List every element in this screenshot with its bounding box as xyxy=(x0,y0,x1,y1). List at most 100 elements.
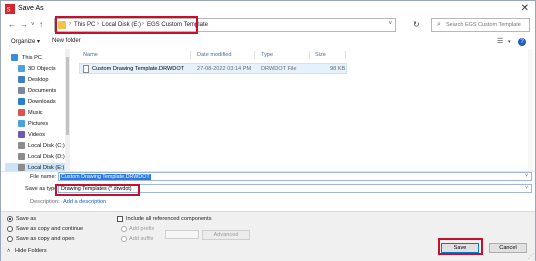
music-icon xyxy=(18,109,25,116)
sidebar-item-label: This PC xyxy=(22,55,42,61)
add-description-link[interactable]: Add a description xyxy=(63,199,106,205)
file-list-pane: Name Date modified Type Size Custom Draw… xyxy=(73,49,533,171)
solidworks-app-icon: S xyxy=(5,4,15,14)
column-header-type[interactable]: Type xyxy=(261,52,273,58)
chevron-down-icon[interactable]: ˅ xyxy=(525,173,528,179)
computer-icon xyxy=(11,54,18,61)
save-as-type-highlight-box xyxy=(55,184,140,196)
pictures-icon xyxy=(18,120,25,127)
sidebar-item-videos[interactable]: Videos xyxy=(5,130,66,140)
documents-icon xyxy=(18,87,25,94)
sidebar-item-label: Pictures xyxy=(28,121,49,127)
include-components-checkbox[interactable] xyxy=(117,216,123,222)
back-arrow-icon[interactable]: ← xyxy=(8,20,16,29)
sidebar-item-this-pc[interactable]: This PC xyxy=(5,53,66,63)
recent-locations-chevron-icon[interactable]: ˅ xyxy=(31,22,35,28)
add-suffix-label: Add suffix xyxy=(129,236,154,242)
cube-icon xyxy=(18,65,25,72)
file-name-cell: Custom Drawing Template.DRWDOT xyxy=(92,66,185,72)
navigation-pane: This PC 3D Objects Desktop Documents Dow… xyxy=(5,49,67,171)
column-header-size[interactable]: Size xyxy=(315,52,326,58)
download-icon xyxy=(18,98,25,105)
file-icon xyxy=(83,65,89,73)
file-name-label: File name: xyxy=(30,174,57,180)
drive-icon xyxy=(18,142,25,149)
sidebar-item-pictures[interactable]: Pictures xyxy=(5,119,66,129)
resize-grip-icon[interactable]: ⋰ xyxy=(528,253,534,260)
file-list-scrollbar[interactable] xyxy=(528,49,533,171)
add-prefix-label: Add prefix xyxy=(129,226,155,232)
view-chevron-down-icon[interactable]: ▾ xyxy=(508,39,511,45)
file-type-cell: DRWDOT File xyxy=(261,66,297,72)
save-as-copy-open-label: Save as copy and open xyxy=(16,236,75,242)
column-divider[interactable] xyxy=(309,51,310,59)
save-as-type-label: Save as type: xyxy=(25,186,59,192)
description-label: Description: xyxy=(30,199,60,205)
address-highlight-box xyxy=(55,16,198,34)
up-arrow-icon[interactable]: ↑ xyxy=(39,20,43,29)
add-prefix-radio[interactable] xyxy=(121,226,127,232)
save-as-copy-continue-radio[interactable] xyxy=(7,226,13,232)
new-folder-button[interactable]: New folder xyxy=(52,38,81,44)
drive-icon xyxy=(18,153,25,160)
column-header-name[interactable]: Name xyxy=(83,52,98,58)
sidebar-item-local-disk-c[interactable]: Local Disk (C:) xyxy=(5,141,66,151)
sidebar-item-local-disk-d[interactable]: Local Disk (D:) xyxy=(5,152,66,162)
sidebar-item-label: Videos xyxy=(28,132,46,138)
search-box[interactable]: ⌕ xyxy=(431,18,530,32)
refresh-icon[interactable]: ↻ xyxy=(413,20,420,29)
drive-icon xyxy=(18,164,25,171)
sidebar-scrollbar-thumb[interactable] xyxy=(66,57,69,135)
file-name-input[interactable]: Custom Drawing Template.DRWDOT ˅ xyxy=(58,172,532,181)
chevron-up-icon[interactable]: ˄ xyxy=(7,248,10,254)
videos-icon xyxy=(18,131,25,138)
organize-menu-button[interactable]: Organize ▾ xyxy=(11,38,40,45)
sidebar-scrollbar[interactable] xyxy=(65,49,70,171)
sidebar-item-music[interactable]: Music xyxy=(5,108,66,118)
sidebar-item-label: Local Disk (D:) xyxy=(28,154,65,160)
title-bar: S Save As ✕ xyxy=(1,1,535,17)
file-size-cell: 98 KB xyxy=(330,66,346,72)
sidebar-item-local-disk-e[interactable]: Local Disk (E:) xyxy=(5,163,66,171)
sidebar-item-desktop[interactable]: Desktop xyxy=(5,75,66,85)
window-title: Save As xyxy=(18,5,44,12)
search-icon: ⌕ xyxy=(437,21,441,28)
add-suffix-radio[interactable] xyxy=(121,236,127,242)
hide-folders-button[interactable]: Hide Folders xyxy=(15,248,47,254)
file-date-cell: 27-08-2022 03:14 PM xyxy=(197,66,252,72)
column-divider[interactable] xyxy=(190,51,191,59)
chevron-down-icon[interactable]: ˅ xyxy=(525,185,528,191)
prefix-suffix-field[interactable] xyxy=(165,230,199,239)
desktop-icon xyxy=(18,76,25,83)
include-components-label: Include all referenced components xyxy=(126,216,212,222)
save-as-radio[interactable] xyxy=(7,216,13,222)
cancel-button[interactable]: Cancel xyxy=(489,243,527,253)
save-as-label: Save as xyxy=(16,216,37,222)
file-name-value: Custom Drawing Template.DRWDOT xyxy=(60,174,151,180)
table-row[interactable]: Custom Drawing Template.DRWDOT 27-08-202… xyxy=(79,63,347,74)
column-divider[interactable] xyxy=(254,51,255,59)
svg-text:S: S xyxy=(7,8,11,14)
close-icon[interactable]: ✕ xyxy=(521,3,529,14)
chevron-down-icon[interactable]: ˅ xyxy=(388,21,392,27)
sidebar-item-documents[interactable]: Documents xyxy=(5,86,66,96)
search-input[interactable] xyxy=(446,20,528,30)
view-options-icon[interactable]: ☰ xyxy=(497,37,503,45)
column-header-date-modified[interactable]: Date modified xyxy=(197,52,232,58)
advanced-button[interactable]: Advanced xyxy=(202,230,250,240)
sidebar-item-label: Documents xyxy=(28,88,57,94)
sidebar-item-label: Local Disk (C:) xyxy=(28,143,65,149)
column-divider[interactable] xyxy=(345,51,346,59)
sidebar-item-downloads[interactable]: Downloads xyxy=(5,97,66,107)
sidebar-item-label: Downloads xyxy=(28,99,56,105)
save-as-copy-continue-label: Save as copy and continue xyxy=(16,226,84,232)
save-button-highlight-box xyxy=(438,238,483,255)
save-as-copy-open-radio[interactable] xyxy=(7,236,13,242)
help-icon[interactable]: ? xyxy=(518,38,526,46)
sidebar-item-label: Music xyxy=(28,110,43,116)
sidebar-item-label: Desktop xyxy=(28,77,49,83)
sidebar-item-3d-objects[interactable]: 3D Objects xyxy=(5,64,66,74)
save-as-dialog: S Save As ✕ ← → ˅ ↑ › This PC › Local Di… xyxy=(0,0,536,261)
forward-arrow-icon[interactable]: → xyxy=(20,20,28,29)
command-toolbar: Organize ▾ New folder ☰ ▾ ? xyxy=(1,35,535,49)
